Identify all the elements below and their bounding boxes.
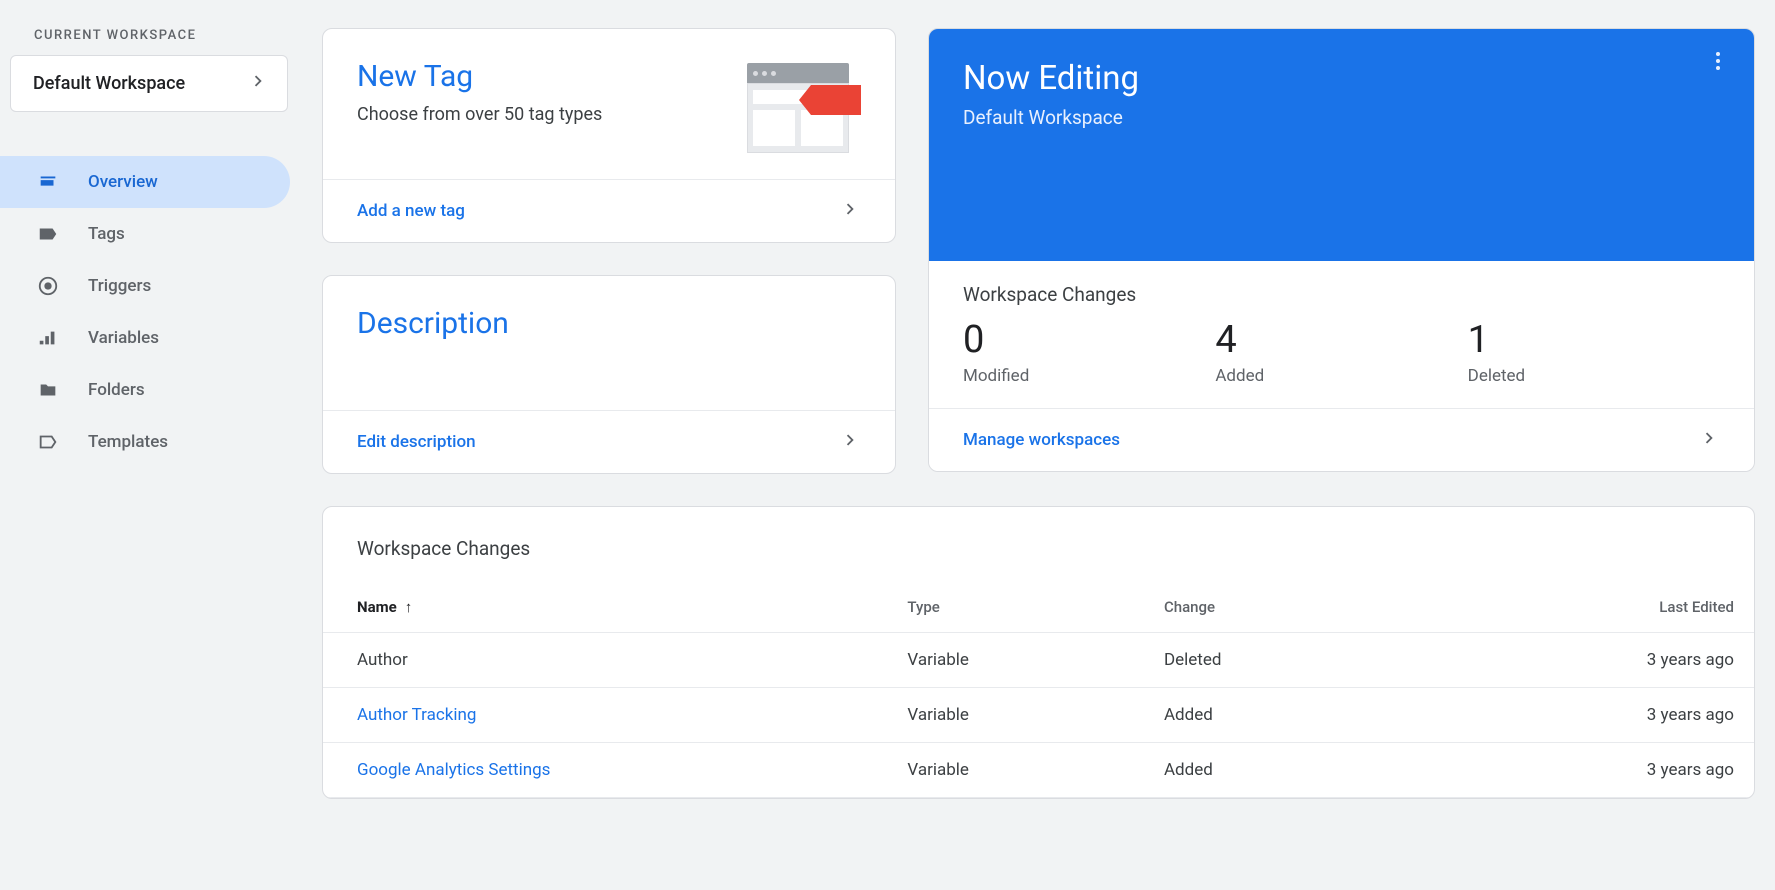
new-tag-card: New Tag Choose from over 50 tag types Ad… bbox=[322, 28, 896, 243]
workspace-changes-card: Workspace Changes Name↑ Type Change Last… bbox=[322, 506, 1755, 799]
sidebar-item-templates[interactable]: Templates bbox=[0, 416, 290, 468]
stat-added-label: Added bbox=[1215, 366, 1467, 386]
column-header-type[interactable]: Type bbox=[895, 582, 1152, 633]
chevron-right-icon bbox=[247, 70, 269, 97]
now-editing-title: Now Editing bbox=[963, 59, 1720, 98]
sidebar-item-label: Triggers bbox=[88, 276, 151, 296]
folder-icon bbox=[36, 378, 60, 402]
cell-change: Added bbox=[1152, 688, 1396, 743]
stat-modified-label: Modified bbox=[963, 366, 1215, 386]
cell-change: Deleted bbox=[1152, 633, 1396, 688]
tag-illustration-icon bbox=[747, 63, 857, 153]
table-row[interactable]: Google Analytics SettingsVariableAdded3 … bbox=[323, 743, 1754, 798]
tag-icon bbox=[36, 222, 60, 246]
chevron-right-icon bbox=[839, 198, 861, 224]
workspace-changes-label: Workspace Changes bbox=[929, 261, 1754, 314]
chevron-right-icon bbox=[1698, 427, 1720, 453]
stat-deleted-count: 1 bbox=[1468, 318, 1720, 362]
column-header-last-edited[interactable]: Last Edited bbox=[1396, 582, 1754, 633]
column-header-change[interactable]: Change bbox=[1152, 582, 1396, 633]
add-new-tag-button[interactable]: Add a new tag bbox=[323, 179, 895, 242]
column-header-name[interactable]: Name↑ bbox=[323, 582, 895, 633]
cell-name: Author bbox=[323, 633, 895, 688]
cell-change: Added bbox=[1152, 743, 1396, 798]
trigger-icon bbox=[36, 274, 60, 298]
cell-type: Variable bbox=[895, 633, 1152, 688]
description-card: Description Edit description bbox=[322, 275, 896, 474]
sidebar-item-label: Folders bbox=[88, 380, 145, 400]
sidebar-item-label: Templates bbox=[88, 432, 168, 452]
edit-description-label: Edit description bbox=[357, 432, 476, 452]
add-new-tag-label: Add a new tag bbox=[357, 201, 465, 221]
main-content: New Tag Choose from over 50 tag types Ad… bbox=[322, 0, 1775, 890]
sidebar-item-overview[interactable]: Overview bbox=[0, 156, 290, 208]
cell-name[interactable]: Author Tracking bbox=[323, 688, 895, 743]
workspace-name: Default Workspace bbox=[33, 73, 185, 94]
sort-ascending-icon: ↑ bbox=[405, 598, 413, 616]
stat-added: 4 Added bbox=[1215, 318, 1467, 386]
sidebar-nav: Overview Tags Triggers Variables Folders… bbox=[0, 156, 322, 468]
dashboard-icon bbox=[36, 170, 60, 194]
new-tag-subtitle: Choose from over 50 tag types bbox=[357, 104, 602, 125]
sidebar-item-variables[interactable]: Variables bbox=[0, 312, 290, 364]
cell-last-edited: 3 years ago bbox=[1396, 633, 1754, 688]
description-title: Description bbox=[357, 306, 861, 341]
changes-table: Name↑ Type Change Last Edited AuthorVari… bbox=[323, 582, 1754, 798]
workspace-selector[interactable]: Default Workspace bbox=[10, 55, 288, 112]
now-editing-card: Now Editing Default Workspace Workspace … bbox=[928, 28, 1755, 472]
sidebar-item-tags[interactable]: Tags bbox=[0, 208, 290, 260]
table-row[interactable]: Author TrackingVariableAdded3 years ago bbox=[323, 688, 1754, 743]
cell-name[interactable]: Google Analytics Settings bbox=[323, 743, 895, 798]
stat-deleted: 1 Deleted bbox=[1468, 318, 1720, 386]
sidebar-item-label: Overview bbox=[88, 172, 158, 192]
sidebar-item-label: Variables bbox=[88, 328, 159, 348]
now-editing-workspace: Default Workspace bbox=[963, 106, 1720, 129]
edit-description-button[interactable]: Edit description bbox=[323, 410, 895, 473]
stat-added-count: 4 bbox=[1215, 318, 1467, 362]
table-row[interactable]: AuthorVariableDeleted3 years ago bbox=[323, 633, 1754, 688]
manage-workspaces-button[interactable]: Manage workspaces bbox=[929, 408, 1754, 471]
cell-last-edited: 3 years ago bbox=[1396, 743, 1754, 798]
cell-type: Variable bbox=[895, 688, 1152, 743]
cell-type: Variable bbox=[895, 743, 1152, 798]
stat-deleted-label: Deleted bbox=[1468, 366, 1720, 386]
stat-modified-count: 0 bbox=[963, 318, 1215, 362]
sidebar-item-triggers[interactable]: Triggers bbox=[0, 260, 290, 312]
more-options-button[interactable] bbox=[1706, 49, 1730, 77]
sidebar-item-folders[interactable]: Folders bbox=[0, 364, 290, 416]
sidebar-item-label: Tags bbox=[88, 224, 125, 244]
stat-modified: 0 Modified bbox=[963, 318, 1215, 386]
workspace-stats: 0 Modified 4 Added 1 Deleted bbox=[929, 314, 1754, 408]
manage-workspaces-label: Manage workspaces bbox=[963, 430, 1120, 450]
workspace-changes-title: Workspace Changes bbox=[323, 507, 1754, 582]
workspace-section-label: CURRENT WORKSPACE bbox=[0, 28, 322, 43]
sidebar: CURRENT WORKSPACE Default Workspace Over… bbox=[0, 0, 322, 890]
variables-icon bbox=[36, 326, 60, 350]
cell-last-edited: 3 years ago bbox=[1396, 688, 1754, 743]
new-tag-title: New Tag bbox=[357, 59, 602, 94]
template-icon bbox=[36, 430, 60, 454]
chevron-right-icon bbox=[839, 429, 861, 455]
